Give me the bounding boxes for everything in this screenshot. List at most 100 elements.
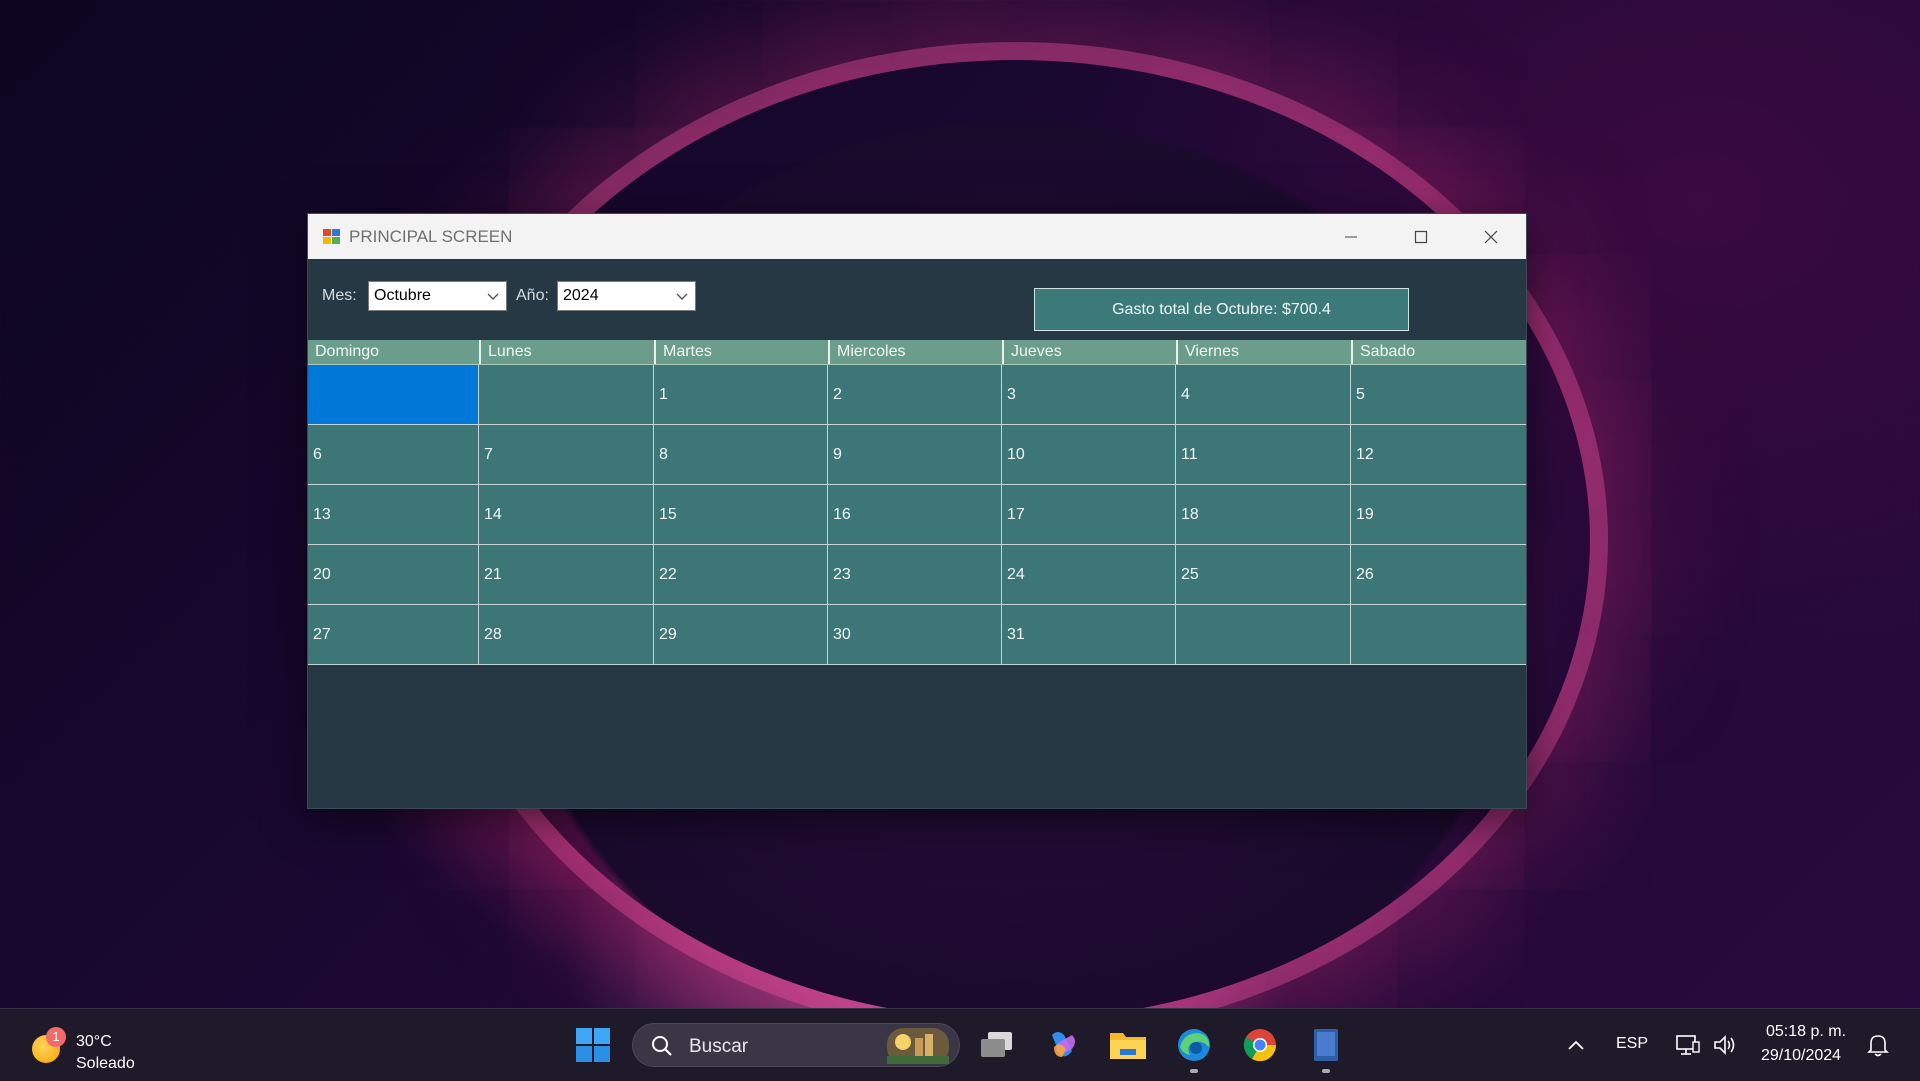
search-highlight-icon <box>887 1028 949 1064</box>
weather-condition: Soleado <box>76 1055 135 1072</box>
day-cell[interactable]: 11 <box>1176 425 1351 485</box>
header-domingo[interactable]: Domingo <box>308 340 479 364</box>
day-cell[interactable] <box>1176 605 1351 665</box>
day-cell[interactable]: 24 <box>1002 545 1176 605</box>
day-cell[interactable]: 27 <box>308 605 479 665</box>
notification-badge: 1 <box>46 1027 66 1047</box>
day-cell[interactable] <box>1351 605 1526 665</box>
day-cell[interactable]: 17 <box>1002 485 1176 545</box>
day-cell[interactable]: 31 <box>1002 605 1176 665</box>
day-cell[interactable]: 10 <box>1002 425 1176 485</box>
total-expense-button[interactable]: Gasto total de Octubre: $700.4 <box>1034 288 1409 331</box>
day-cell[interactable]: 16 <box>828 485 1002 545</box>
close-button[interactable] <box>1456 214 1526 259</box>
day-cell[interactable]: 5 <box>1351 365 1526 425</box>
day-cell[interactable] <box>479 365 654 425</box>
day-cell[interactable]: 23 <box>828 545 1002 605</box>
anio-value: 2024 <box>563 287 599 304</box>
day-cell[interactable]: 1 <box>654 365 828 425</box>
day-cell[interactable]: 25 <box>1176 545 1351 605</box>
day-cell[interactable]: 13 <box>308 485 479 545</box>
day-cell[interactable]: 21 <box>479 545 654 605</box>
input-language[interactable]: ESP <box>1616 1035 1648 1053</box>
anio-label: Año: <box>516 287 549 304</box>
app-running-indicator <box>1322 1069 1330 1073</box>
clock-date[interactable]: 29/10/2024 <box>1761 1047 1841 1065</box>
day-cell[interactable]: 3 <box>1002 365 1176 425</box>
taskbar: 1 30°C Soleado Buscar ESP 05:18 p. m. 29… <box>0 1008 1920 1081</box>
day-cell[interactable] <box>308 365 479 425</box>
header-martes[interactable]: Martes <box>654 340 828 364</box>
bell-icon <box>1867 1035 1889 1057</box>
network-icon <box>1676 1035 1700 1055</box>
header-sabado[interactable]: Sabado <box>1351 340 1526 364</box>
calendar-week-3: 13 14 15 16 17 18 19 <box>308 485 1526 545</box>
chrome-browser-icon <box>1243 1029 1277 1062</box>
calendar-header-row: Domingo Lunes Martes Miercoles Jueves Vi… <box>308 340 1526 365</box>
app-window-button[interactable] <box>1306 1025 1346 1065</box>
app-icon <box>323 228 341 245</box>
day-cell[interactable]: 20 <box>308 545 479 605</box>
minimize-icon <box>1345 236 1357 237</box>
show-hidden-icons-button[interactable] <box>1556 1025 1596 1065</box>
edge-browser-icon <box>1178 1029 1210 1061</box>
application-icon <box>1314 1029 1338 1061</box>
search-icon <box>652 1036 672 1056</box>
day-cell[interactable]: 22 <box>654 545 828 605</box>
task-view-button[interactable] <box>977 1025 1017 1065</box>
minimize-button[interactable] <box>1316 214 1386 259</box>
notifications-button[interactable] <box>1858 1025 1898 1065</box>
chevron-down-icon <box>676 293 688 300</box>
edge-running-indicator <box>1190 1069 1198 1073</box>
title-bar[interactable]: PRINCIPAL SCREEN <box>308 214 1526 259</box>
calendar-grid: Domingo Lunes Martes Miercoles Jueves Vi… <box>308 340 1526 665</box>
day-cell[interactable]: 29 <box>654 605 828 665</box>
chevron-down-icon <box>487 293 499 300</box>
maximize-button[interactable] <box>1386 214 1456 259</box>
day-cell[interactable]: 28 <box>479 605 654 665</box>
day-cell[interactable]: 6 <box>308 425 479 485</box>
volume-button[interactable] <box>1706 1025 1746 1065</box>
day-cell[interactable]: 14 <box>479 485 654 545</box>
edge-button[interactable] <box>1174 1025 1214 1065</box>
header-lunes[interactable]: Lunes <box>479 340 654 364</box>
day-cell[interactable]: 30 <box>828 605 1002 665</box>
network-button[interactable] <box>1668 1025 1708 1065</box>
speaker-icon <box>1714 1035 1735 1055</box>
task-view-icon <box>981 1032 1012 1057</box>
mes-dropdown[interactable]: Octubre <box>368 281 507 311</box>
close-icon <box>1484 230 1498 243</box>
header-jueves[interactable]: Jueves <box>1002 340 1176 364</box>
toolbar: Mes: Octubre Año: 2024 Gasto total de Oc… <box>308 259 1526 340</box>
windows-start-icon <box>576 1028 610 1062</box>
copilot-button[interactable] <box>1042 1025 1082 1065</box>
day-cell[interactable]: 18 <box>1176 485 1351 545</box>
folder-icon <box>1110 1033 1146 1059</box>
start-button[interactable] <box>573 1025 613 1065</box>
mes-label: Mes: <box>322 287 357 304</box>
day-cell[interactable]: 19 <box>1351 485 1526 545</box>
chevron-up-icon <box>1568 1040 1584 1050</box>
day-cell[interactable]: 4 <box>1176 365 1351 425</box>
calendar-week-1: 1 2 3 4 5 <box>308 365 1526 425</box>
anio-dropdown[interactable]: 2024 <box>557 281 696 311</box>
chrome-button[interactable] <box>1240 1025 1280 1065</box>
day-cell[interactable]: 12 <box>1351 425 1526 485</box>
search-box[interactable]: Buscar <box>632 1023 960 1067</box>
day-cell[interactable]: 8 <box>654 425 828 485</box>
maximize-icon <box>1414 230 1428 243</box>
day-cell[interactable]: 26 <box>1351 545 1526 605</box>
day-cell[interactable]: 2 <box>828 365 1002 425</box>
clock-time[interactable]: 05:18 p. m. <box>1766 1023 1846 1041</box>
header-viernes[interactable]: Viernes <box>1176 340 1351 364</box>
weather-widget[interactable]: 1 30°C Soleado <box>30 1021 190 1072</box>
day-cell[interactable]: 9 <box>828 425 1002 485</box>
file-explorer-button[interactable] <box>1108 1025 1148 1065</box>
header-miercoles[interactable]: Miercoles <box>828 340 1002 364</box>
day-cell[interactable]: 15 <box>654 485 828 545</box>
search-placeholder: Buscar <box>689 1036 749 1057</box>
day-cell[interactable]: 7 <box>479 425 654 485</box>
copilot-icon <box>1052 1032 1075 1057</box>
mes-value: Octubre <box>374 287 431 304</box>
principal-screen-window: PRINCIPAL SCREEN Mes: Octubre Año: 2024 … <box>307 213 1527 809</box>
